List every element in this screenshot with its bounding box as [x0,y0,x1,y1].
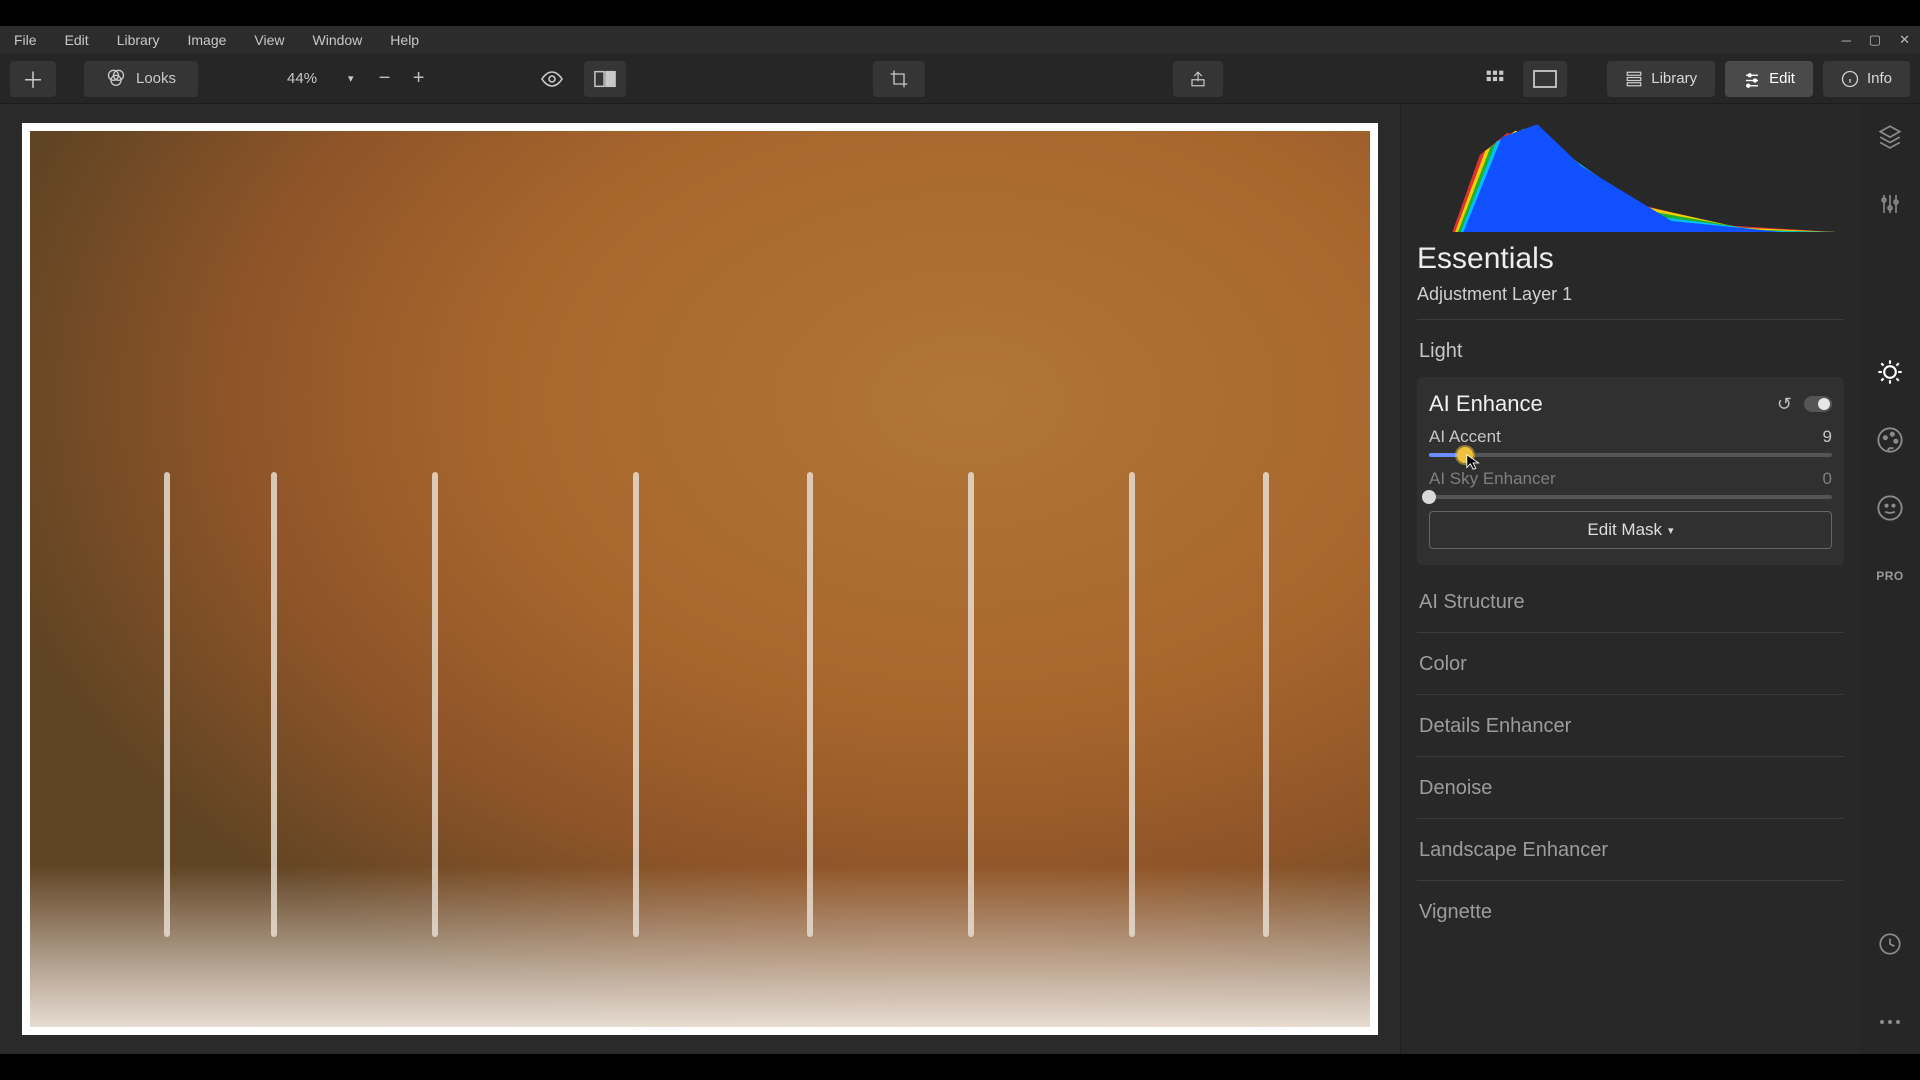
window-minimize-icon[interactable]: ─ [1842,33,1851,48]
menu-window[interactable]: Window [313,32,363,48]
group-color[interactable]: Color [1417,641,1844,688]
app-window: File Edit Library Image View Window Help… [0,26,1920,1054]
tab-library-label: Library [1651,70,1697,87]
ai-enhance-card: AI Enhance ↺ AI Accent 9 [1417,377,1844,565]
tab-edit[interactable]: Edit [1725,61,1813,97]
history-icon[interactable] [1876,930,1904,958]
group-landscape[interactable]: Landscape Enhancer [1417,827,1844,874]
workspace: Essentials Adjustment Layer 1 Light AI E… [0,104,1920,1054]
group-denoise[interactable]: Denoise [1417,765,1844,812]
tab-info[interactable]: Info [1823,61,1910,97]
ai-accent-label: AI Accent [1429,427,1501,447]
window-close-icon[interactable]: ✕ [1899,32,1910,48]
undo-icon[interactable]: ↺ [1777,394,1792,415]
pro-label: PRO [1876,569,1904,583]
ai-enhance-title: AI Enhance [1429,391,1543,417]
histogram[interactable] [1425,122,1836,232]
menu-view[interactable]: View [254,32,284,48]
portrait-tab-icon[interactable] [1876,494,1904,522]
group-light[interactable]: Light [1417,328,1844,375]
zoom-out-button[interactable]: − [368,61,402,97]
group-label: Landscape Enhancer [1419,839,1608,862]
adjust-icon[interactable] [1876,190,1904,218]
group-label: Details Enhancer [1419,715,1571,738]
menu-help[interactable]: Help [390,32,419,48]
canvas-area[interactable] [0,104,1400,1054]
group-ai-structure[interactable]: AI Structure [1417,579,1844,626]
layers-icon[interactable] [1876,122,1904,150]
zoom-in-button[interactable]: + [402,61,436,97]
menu-file[interactable]: File [14,32,37,48]
ai-accent-value: 9 [1823,427,1832,447]
add-button[interactable]: ＋ [10,61,56,97]
menu-library[interactable]: Library [117,32,160,48]
group-label: Denoise [1419,777,1492,800]
group-label: AI Structure [1419,591,1525,614]
zoom-dropdown[interactable]: 44% ▾ [248,61,368,97]
ai-sky-label: AI Sky Enhancer [1429,469,1556,489]
tab-edit-label: Edit [1769,70,1795,87]
plus-icon: ＋ [22,63,44,95]
panel-tab-rail: PRO [1860,104,1920,1054]
titlebar: File Edit Library Image View Window Help… [0,26,1920,54]
chevron-down-icon: ▾ [1668,524,1674,537]
single-view-button[interactable] [1523,61,1567,97]
edit-mask-label: Edit Mask [1587,520,1662,540]
group-label: Color [1419,653,1467,676]
group-label: Vignette [1419,901,1492,924]
mode-tabs: Library Edit Info [1607,61,1910,97]
preview-eye-button[interactable] [526,61,578,97]
window-maximize-icon[interactable]: ▢ [1869,32,1881,48]
canvas-frame [22,123,1378,1035]
group-details-enhancer[interactable]: Details Enhancer [1417,703,1844,750]
photo-preview [30,131,1370,1027]
looks-icon [106,67,126,91]
toggle-switch[interactable] [1804,396,1832,412]
compare-button[interactable] [584,61,626,97]
creative-tab-icon[interactable] [1876,426,1904,454]
group-light-label: Light [1419,340,1462,363]
chevron-down-icon: ▾ [348,72,354,85]
tab-library[interactable]: Library [1607,61,1715,97]
menu-image[interactable]: Image [187,32,226,48]
essentials-tab-icon[interactable] [1876,358,1904,386]
group-vignette[interactable]: Vignette [1417,889,1844,936]
share-button[interactable] [1173,61,1223,97]
zoom-value: 44% [262,70,342,87]
edit-mask-button[interactable]: Edit Mask ▾ [1429,511,1832,549]
ai-accent-slider[interactable]: AI Accent 9 [1429,427,1832,457]
panel-title: Essentials [1417,242,1844,276]
tab-info-label: Info [1867,70,1892,87]
right-panel: Essentials Adjustment Layer 1 Light AI E… [1400,104,1920,1054]
layer-name[interactable]: Adjustment Layer 1 [1417,284,1844,305]
main-toolbar: ＋ Looks 44% ▾ − + [0,54,1920,104]
crop-button[interactable] [873,61,925,97]
menu-edit[interactable]: Edit [65,32,89,48]
more-icon[interactable] [1876,1008,1904,1036]
ai-sky-value: 0 [1823,469,1832,489]
ai-sky-slider[interactable]: AI Sky Enhancer 0 [1429,469,1832,499]
looks-button[interactable]: Looks [84,61,198,97]
pro-tab-icon[interactable]: PRO [1876,562,1904,590]
looks-label: Looks [136,70,176,87]
grid-view-button[interactable] [1471,61,1519,97]
